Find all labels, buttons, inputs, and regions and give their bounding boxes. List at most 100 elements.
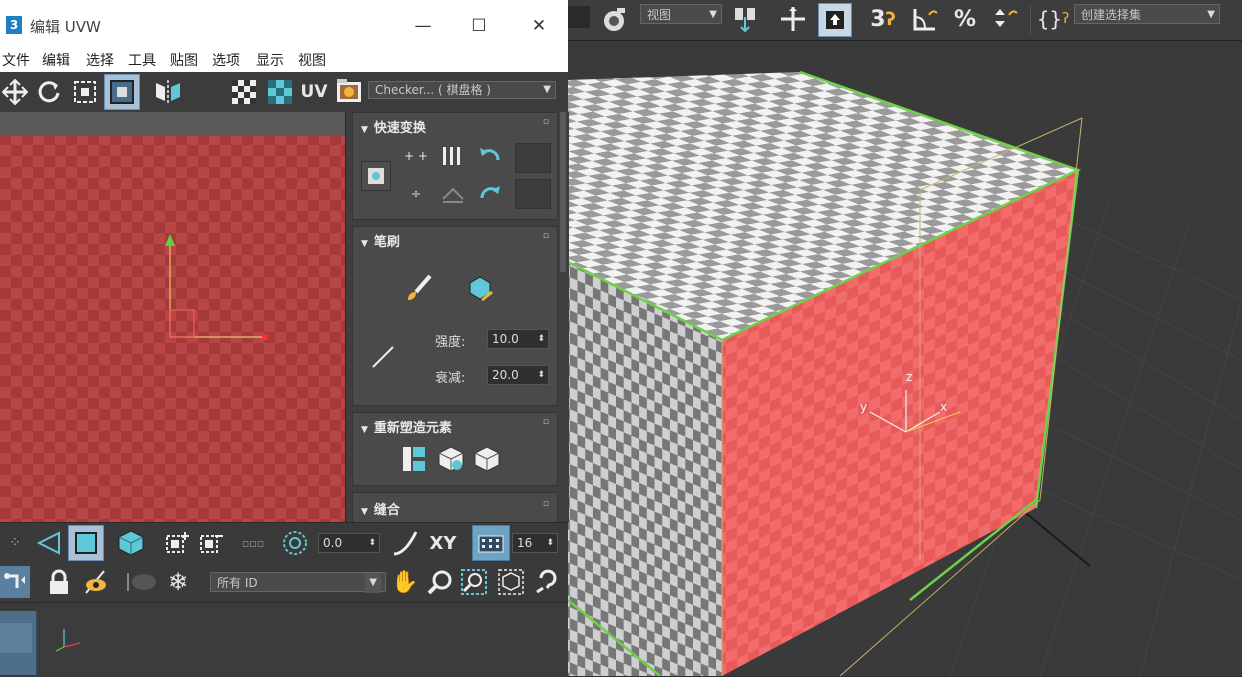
face-mode-button[interactable] xyxy=(68,525,104,561)
window-titlebar[interactable]: 3 编辑 UVW — ☐ ✕ xyxy=(0,0,568,46)
viewport-layout-preview xyxy=(0,623,32,653)
panel-collapse-icon[interactable]: ▫ xyxy=(543,117,549,127)
status-area xyxy=(0,602,568,677)
shrink-selection-icon[interactable] xyxy=(196,527,228,559)
menu-tools[interactable]: 工具 xyxy=(128,50,156,70)
panel-collapse-icon[interactable]: ▫ xyxy=(543,417,549,427)
element-filter-label: 所有 ID xyxy=(217,576,258,590)
zoom-icon[interactable] xyxy=(424,566,456,598)
strength-spinner[interactable]: 10.0 ⬍ xyxy=(487,329,549,349)
mirror-icon[interactable] xyxy=(150,76,186,108)
close-button[interactable]: ✕ xyxy=(522,12,556,40)
menu-display[interactable]: 显示 xyxy=(256,50,284,70)
help-icon[interactable] xyxy=(530,566,564,598)
show-map-icon[interactable] xyxy=(264,76,296,108)
pivot-center-button[interactable] xyxy=(361,161,391,191)
mini-viewport[interactable] xyxy=(40,603,568,677)
relax-icon[interactable] xyxy=(435,443,467,475)
brush-header[interactable]: ▼ 笔刷 xyxy=(361,231,400,250)
freeze-icon[interactable]: ❄ xyxy=(162,566,194,598)
soft-select-spinner[interactable]: 0.0 ⬍ xyxy=(318,533,380,553)
pan-icon[interactable]: ✋ xyxy=(390,566,420,598)
menu-options[interactable]: 选项 xyxy=(212,50,240,70)
menu-edit[interactable]: 编辑 xyxy=(42,50,70,70)
named-selection-icon[interactable]: {} ʔ xyxy=(1036,3,1070,35)
falloff-value: 20.0 xyxy=(492,368,519,382)
vertex-mode-icon[interactable]: ⁘ xyxy=(0,527,30,559)
uv-checker-background xyxy=(0,112,345,522)
element-filter-dropdown[interactable]: 所有 ID ▼ xyxy=(210,572,386,593)
falloff-curve-icon[interactable] xyxy=(388,527,422,559)
scale-icon[interactable] xyxy=(70,76,100,108)
uv-space-label[interactable]: UV xyxy=(298,76,330,108)
move-axis-icon[interactable] xyxy=(776,3,810,35)
paint-brush-icon[interactable] xyxy=(401,271,435,305)
move-icon[interactable] xyxy=(0,76,30,108)
spinner-snap-icon[interactable] xyxy=(988,3,1022,35)
texture-dropdown-label: Checker... ( 棋盘格 ) xyxy=(375,83,491,97)
flatten-icon[interactable] xyxy=(471,443,503,475)
rotate-ccw-icon[interactable] xyxy=(475,143,505,169)
menu-file[interactable]: 文件 xyxy=(2,50,30,70)
minimize-button[interactable]: — xyxy=(406,12,440,40)
line-tool-icon[interactable] xyxy=(367,341,399,373)
percent-snap-icon[interactable]: % xyxy=(948,3,982,35)
soft-select-value: 0.0 xyxy=(323,536,343,550)
relax-brush-icon[interactable] xyxy=(463,271,497,305)
texture-dropdown[interactable]: Checker... ( 棋盘格 ) ▼ xyxy=(368,81,556,99)
quick-transform-panel: ▼ 快速变换 ▫ + + ÷ xyxy=(352,112,558,220)
soft-select-icon[interactable] xyxy=(278,527,312,559)
selection-set-label: 创建选择集 xyxy=(1081,8,1142,22)
panel-collapse-icon[interactable]: ▫ xyxy=(543,499,549,509)
space-evenly-icon[interactable] xyxy=(437,179,469,209)
select-link-button[interactable] xyxy=(818,3,852,37)
rotate-cw-icon[interactable] xyxy=(475,179,505,209)
side-panel-scrollbar[interactable] xyxy=(560,112,566,272)
quick-transform-title: 快速变换 xyxy=(373,121,426,136)
lock-icon[interactable] xyxy=(44,566,74,598)
grid-value: 16 xyxy=(517,536,533,550)
reshape-elements-header[interactable]: ▼ 重新塑造元素 xyxy=(361,417,452,436)
freeform-mode-button[interactable] xyxy=(104,74,140,110)
grid-spinner[interactable]: 16 ⬍ xyxy=(512,533,558,553)
align-options-button[interactable] xyxy=(515,179,551,209)
snap-3d-icon[interactable]: 3ʔ xyxy=(866,3,900,35)
straighten-icon[interactable] xyxy=(437,143,469,169)
create-selection-set-dropdown[interactable]: 创建选择集 ▼ xyxy=(1074,4,1220,24)
maximize-button[interactable]: ☐ xyxy=(462,12,496,40)
zoom-region-icon[interactable] xyxy=(458,566,490,598)
falloff-label: 衰减: xyxy=(435,371,466,386)
menu-mapping[interactable]: 贴图 xyxy=(170,50,198,70)
perspective-viewport[interactable]: z y x xyxy=(568,40,1242,676)
stitch-header[interactable]: ▼ 缝合 xyxy=(361,499,400,518)
brush-panel: ▼ 笔刷 ▫ 强度: 10.0 ⬍ 衰减: 20.0 ⬍ xyxy=(352,226,558,406)
pivot-icon[interactable] xyxy=(728,3,762,35)
hide-icon[interactable] xyxy=(80,566,112,598)
menu-select[interactable]: 选择 xyxy=(86,50,114,70)
grow-selection-icon[interactable] xyxy=(162,527,194,559)
uv-editor-canvas[interactable] xyxy=(0,112,345,522)
loop-selection-icon[interactable]: ▫▫▫ xyxy=(234,529,272,557)
quick-transform-header[interactable]: ▼ 快速变换 xyxy=(361,117,426,136)
align-horizontal-icon[interactable]: + + xyxy=(401,145,431,167)
falloff-space-label[interactable]: XY xyxy=(426,527,460,559)
pin-icon[interactable] xyxy=(0,566,30,598)
snapshot-icon[interactable] xyxy=(598,3,630,35)
isolate-icon[interactable] xyxy=(124,568,160,596)
align-to-edge-button[interactable] xyxy=(515,143,551,173)
edge-mode-icon[interactable] xyxy=(34,527,64,559)
view-dropdown[interactable]: 视图 ▼ xyxy=(640,4,722,24)
checker-pattern-icon[interactable] xyxy=(228,76,260,108)
snap-grid-button[interactable] xyxy=(472,525,510,561)
angle-snap-icon[interactable] xyxy=(908,3,942,35)
align-vertical-icon[interactable]: ÷ xyxy=(401,179,431,209)
straighten-selection-icon[interactable] xyxy=(399,443,429,475)
toolbar-slot xyxy=(568,6,590,28)
rotate-icon[interactable] xyxy=(34,76,64,108)
menu-view[interactable]: 视图 xyxy=(298,50,326,70)
texture-settings-icon[interactable] xyxy=(334,78,364,106)
zoom-extents-icon[interactable] xyxy=(494,566,528,598)
panel-collapse-icon[interactable]: ▫ xyxy=(543,231,549,241)
falloff-spinner[interactable]: 20.0 ⬍ xyxy=(487,365,549,385)
element-mode-icon[interactable] xyxy=(114,527,148,559)
